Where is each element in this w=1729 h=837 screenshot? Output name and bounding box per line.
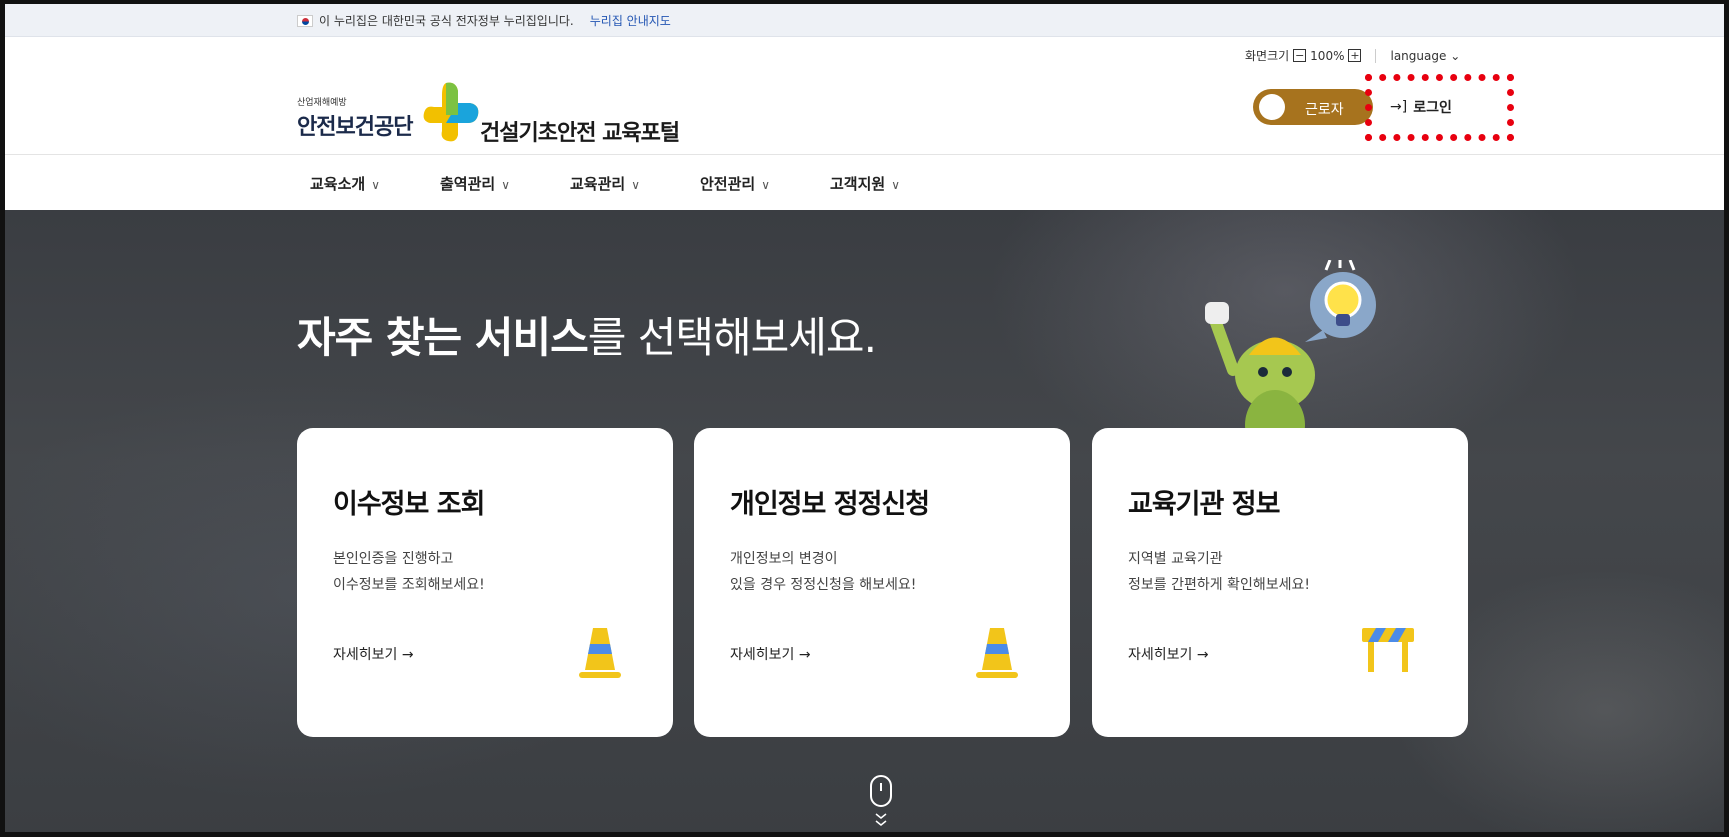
zoom-value: 100% [1310,48,1345,63]
card-institution-info[interactable]: 교육기관 정보 지역별 교육기관 정보를 간편하게 확인해보세요! 자세히보기 → [1092,428,1468,737]
browser-frame: 이 누리집은 대한민국 공식 전자정부 누리집입니다. 누리집 안내지도 산업재… [0,0,1729,837]
gov-banner: 이 누리집은 대한민국 공식 전자정부 누리집입니다. 누리집 안내지도 [5,4,1724,37]
chevron-down-icon: ∨ [891,178,900,192]
nav-item-education-intro[interactable]: 교육소개 ∨ [310,173,380,194]
traffic-cone-icon [976,628,1018,678]
main-nav: 교육소개 ∨ 출역관리 ∨ 교육관리 ∨ 안전관리 ∨ 고객지원 ∨ [5,155,1724,210]
chevron-down-icon: ∨ [761,178,770,192]
logo-subtitle: 산업재해예방 [297,98,347,108]
zoom-label: 화면크기 [1245,49,1290,63]
card-completion-info[interactable]: 이수정보 조회 본인인증을 진행하고 이수정보를 조회해보세요! 자세히보기 → [297,428,673,737]
card-title: 교육기관 정보 [1128,489,1280,520]
gov-guide-link[interactable]: 누리집 안내지도 [590,12,671,29]
utility-bar: 화면크기 − 100% + language ⌄ [1245,47,1460,64]
chevron-down-icon: ∨ [371,178,380,192]
kosha-cross-logo-icon [423,82,479,142]
card-description: 본인인증을 진행하고 이수정보를 조회해보세요! [333,551,485,593]
card-more-link[interactable]: 자세히보기 → [333,644,414,664]
card-description: 지역별 교육기관 정보를 간편하게 확인해보세요! [1128,551,1310,593]
gov-banner-text: 이 누리집은 대한민국 공식 전자정부 누리집입니다. [319,14,574,28]
nav-item-education-manage[interactable]: 교육관리 ∨ [570,173,640,194]
korea-flag-icon [297,14,313,27]
nav-item-attendance[interactable]: 출역관리 ∨ [440,173,510,194]
hero-title: 자주 찾는 서비스를 선택해보세요. [297,313,877,362]
zoom-out-button[interactable]: − [1293,49,1307,62]
chevron-down-icon: ∨ [631,178,640,192]
divider [1375,48,1377,63]
logo-text[interactable]: 안전보건공단 [297,109,413,141]
chevron-down-icon: ∨ [501,178,510,192]
zoom-in-button[interactable]: + [1348,49,1362,62]
chevron-down-icon: ⌄ [1450,48,1461,63]
toggle-knob [1259,94,1285,120]
barricade-icon [1362,628,1414,672]
user-type-toggle[interactable]: 근로자 [1253,89,1373,125]
card-personal-info-correction[interactable]: 개인정보 정정신청 개인정보의 변경이 있을 경우 정정신청을 해보세요! 자세히… [694,428,1070,737]
card-title: 개인정보 정정신청 [730,489,930,520]
highlight-box [1365,74,1514,141]
site-header: 산업재해예방 안전보건공단 건설기초안전 교육포털 화면크기 − 100% + … [5,37,1724,155]
traffic-cone-icon [579,628,621,678]
card-more-link[interactable]: 자세히보기 → [1128,644,1209,664]
scroll-down-indicator-icon[interactable] [869,774,893,832]
nav-item-safety-manage[interactable]: 안전관리 ∨ [700,173,770,194]
language-select[interactable]: language ⌄ [1390,49,1460,63]
portal-title: 건설기초안전 교육포털 [480,121,680,146]
nav-item-customer-support[interactable]: 고객지원 ∨ [830,173,900,194]
card-title: 이수정보 조회 [333,489,485,520]
toggle-label: 근로자 [1305,102,1344,118]
card-description: 개인정보의 변경이 있을 경우 정정신청을 해보세요! [730,551,917,593]
card-more-link[interactable]: 자세히보기 → [730,644,811,664]
